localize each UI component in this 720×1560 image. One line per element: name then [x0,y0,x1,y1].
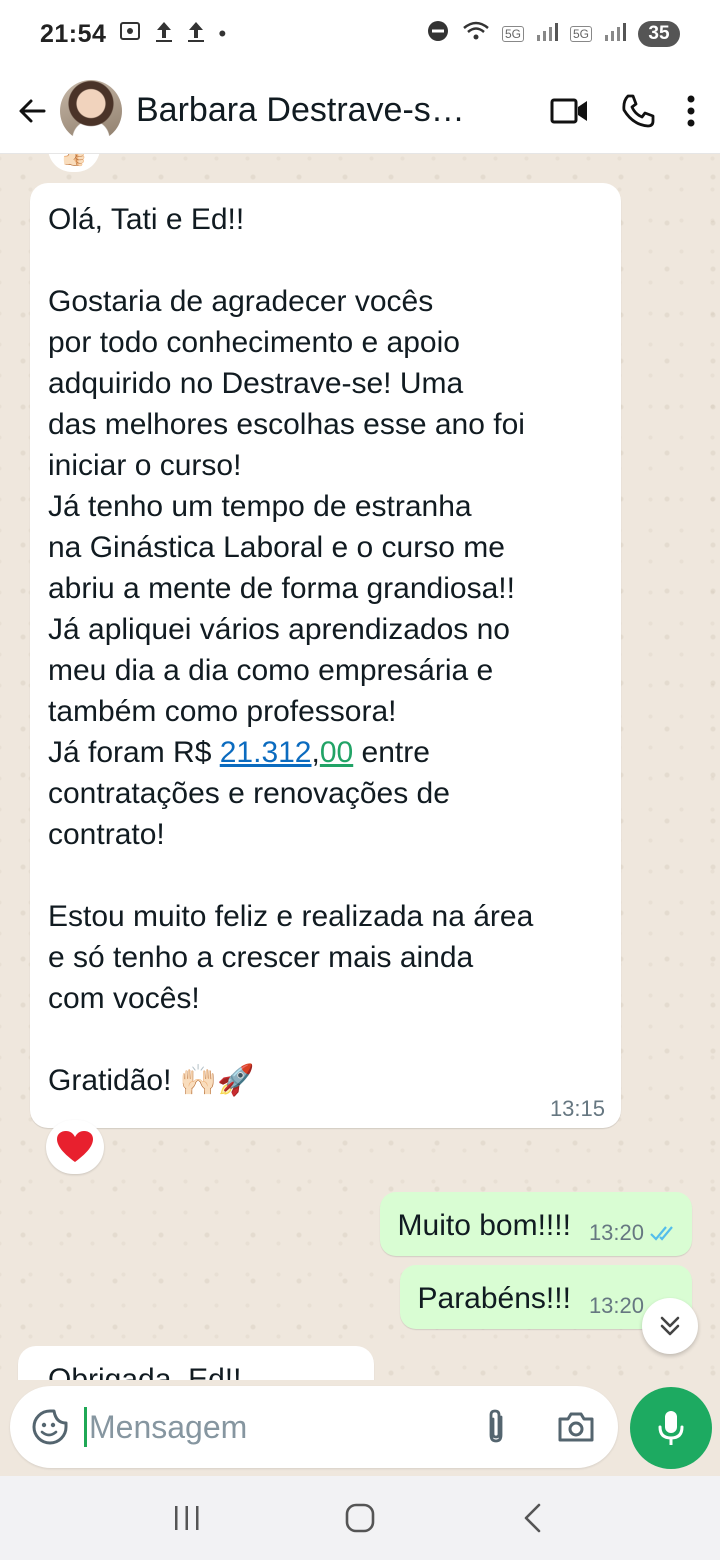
recent-apps-button[interactable] [147,1488,227,1548]
amount-link[interactable]: 21.312 [220,736,312,769]
back-chevron-icon [525,1503,541,1533]
contact-name[interactable]: Barbara Destrave-s… [136,91,481,130]
read-ticks-icon [650,1226,673,1241]
more-options-button[interactable] [686,95,696,127]
network-type-1: 5G [501,26,524,42]
message-text: Parabéns!!! [417,1282,571,1315]
message-input[interactable] [89,1408,469,1446]
composer [0,1380,720,1476]
closing-text: Estou muito feliz e realizada na área e … [48,900,534,1015]
message-time: 13:20 [588,1293,644,1318]
back-button[interactable] [4,81,60,141]
text-cursor [84,1407,87,1447]
wifi-icon [462,19,490,50]
amount-separator: , [311,736,320,769]
message-input-container [10,1386,618,1468]
message-text: Obrigada, Ed!! [48,1363,242,1380]
home-button[interactable] [320,1488,400,1548]
screenshot-icon [118,19,142,49]
battery-indicator: 35 [638,21,680,47]
camera-button[interactable] [550,1401,602,1453]
status-time: 21:54 [40,19,107,48]
message-text: Muito bom!!!! [397,1209,571,1242]
greeting-text: Olá, Tati e Ed!! [48,203,245,236]
upload-icon [154,19,174,49]
status-bar: 21:54 • 5G 5G 35 [0,0,720,68]
chat-area[interactable]: 👍🏻 Olá, Tati e Ed!! Gostaria de agradece… [0,154,720,1380]
more-vert-icon [687,95,695,126]
scroll-to-bottom-button[interactable] [642,1298,698,1354]
upload-icon [186,19,206,49]
signal-icon [536,20,558,49]
sticker-emoji-icon [32,1409,68,1445]
phone-icon [622,94,655,127]
microphone-icon [658,1411,684,1445]
video-call-icon [550,98,587,123]
home-icon [345,1503,375,1533]
chat-header: Barbara Destrave-s… [0,68,720,154]
double-chevron-down-icon [660,1316,680,1336]
heart-reaction[interactable] [46,1120,104,1174]
dot-icon: • [218,21,227,46]
video-call-button[interactable] [550,96,590,126]
incoming-message[interactable]: Olá, Tati e Ed!! Gostaria de agradecer v… [30,183,621,1128]
dnd-icon [426,19,450,50]
attach-button[interactable] [470,1401,522,1453]
message-time: 13:15 [549,1096,605,1121]
network-type-2: 5G [569,26,592,42]
reaction-thumbs-up[interactable]: 👍🏻 [48,154,100,172]
voice-message-button[interactable] [630,1387,712,1469]
paperclip-icon [489,1409,503,1443]
signal-icon [604,20,626,49]
emoji-button[interactable] [22,1399,78,1455]
avatar[interactable] [60,79,122,142]
recent-apps-icon [174,1506,199,1530]
incoming-message-partial[interactable]: Obrigada, Ed!! [18,1346,374,1380]
system-navigation-bar [0,1476,720,1560]
back-arrow-icon [19,99,46,122]
outgoing-message[interactable]: Muito bom!!!! 13:20 [379,1192,692,1256]
back-nav-button[interactable] [493,1488,573,1548]
voice-call-button[interactable] [620,93,656,129]
heart-icon [57,1131,93,1162]
message-text: Olá, Tati e Ed!! Gostaria de agradecer v… [48,199,603,1101]
camera-icon [558,1412,594,1442]
body-text: Gostaria de agradecer vocês por todo con… [48,285,525,769]
cents-link[interactable]: 00 [320,736,353,769]
message-time: 13:20 [588,1220,644,1245]
gratitude-text: Gratidão! 🙌🏻🚀 [48,1064,255,1097]
